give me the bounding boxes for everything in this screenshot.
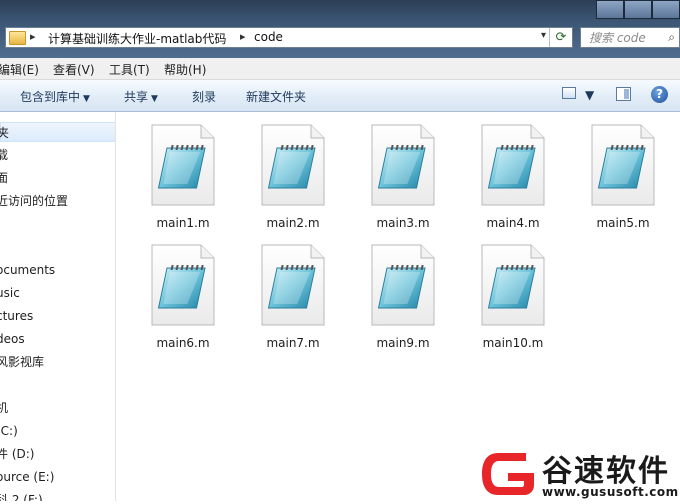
nav-item-label: ource (E:) bbox=[0, 470, 55, 484]
nav-item-downloads[interactable]: 载 bbox=[0, 145, 115, 165]
minimize-button[interactable] bbox=[596, 0, 624, 19]
nav-item-drive-d[interactable]: 件 (D:) bbox=[0, 444, 115, 464]
file-name: main9.m bbox=[376, 336, 430, 350]
include-in-library-label: 包含到库中 bbox=[20, 90, 81, 104]
menu-edit[interactable]: 编辑(E) bbox=[0, 61, 39, 78]
nav-item-label: 夹 bbox=[0, 126, 9, 140]
file-item[interactable]: main9.m bbox=[358, 244, 448, 352]
watermark-logo: 谷速软件 www.gususoft.com bbox=[478, 447, 680, 501]
m-file-icon bbox=[151, 244, 215, 326]
share-button[interactable]: 共享 ▼ bbox=[124, 88, 158, 105]
file-item[interactable]: main1.m bbox=[138, 124, 228, 232]
m-file-icon bbox=[481, 244, 545, 326]
m-file-icon bbox=[261, 244, 325, 326]
nav-item-documents[interactable]: ocuments bbox=[0, 260, 115, 280]
nav-item-label: 载 bbox=[0, 148, 8, 162]
window-buttons bbox=[596, 0, 680, 19]
nav-item-label: 面 bbox=[0, 171, 8, 185]
nav-item-music[interactable]: usic bbox=[0, 283, 115, 303]
change-view-icon[interactable] bbox=[562, 87, 576, 99]
refresh-icon[interactable]: ⟳ bbox=[549, 28, 572, 47]
address-history-chevron-down-icon[interactable]: ▾ bbox=[541, 30, 546, 41]
m-file-icon bbox=[371, 124, 435, 206]
search-input[interactable] bbox=[589, 29, 659, 46]
close-button[interactable] bbox=[652, 0, 680, 19]
chevron-down-icon: ▼ bbox=[83, 94, 90, 104]
nav-item-desktop[interactable]: 面 bbox=[0, 168, 115, 188]
nav-item-label: 件 (D:) bbox=[0, 447, 35, 461]
breadcrumb-parent[interactable]: 计算基础训练大作业-matlab代码 bbox=[48, 30, 226, 47]
new-folder-button[interactable]: 新建文件夹 bbox=[246, 88, 306, 105]
nav-item-label: 科 2 (F:) bbox=[0, 493, 43, 501]
file-list: main1.m main2.m main3.m main4.m main5.m … bbox=[116, 112, 680, 501]
nav-item-drive-f[interactable]: 科 2 (F:) bbox=[0, 490, 115, 501]
nav-item-label: deos bbox=[0, 332, 25, 346]
menu-bar: 编辑(E) 查看(V) 工具(T) 帮助(H) bbox=[0, 58, 680, 80]
file-item[interactable]: main7.m bbox=[248, 244, 338, 352]
folder-icon bbox=[9, 31, 26, 45]
watermark-url: www.gususoft.com bbox=[542, 485, 679, 499]
file-item[interactable]: main6.m bbox=[138, 244, 228, 352]
m-file-icon bbox=[481, 124, 545, 206]
menu-help[interactable]: 帮助(H) bbox=[164, 61, 206, 78]
nav-item-drive-e[interactable]: ource (E:) bbox=[0, 467, 115, 487]
watermark-brand: 谷速软件 bbox=[542, 454, 670, 489]
burn-button[interactable]: 刻录 bbox=[192, 88, 216, 105]
file-name: main4.m bbox=[486, 216, 540, 230]
file-item[interactable]: main3.m bbox=[358, 124, 448, 232]
m-file-icon bbox=[151, 124, 215, 206]
nav-item-drive-c[interactable]: (C:) bbox=[0, 421, 115, 441]
nav-item-label: ctures bbox=[0, 309, 34, 323]
search-icon[interactable]: ⌕ bbox=[668, 30, 675, 45]
m-file-icon bbox=[371, 244, 435, 326]
nav-item-label: (C:) bbox=[0, 424, 18, 438]
command-bar: 包含到库中 ▼ 共享 ▼ 刻录 新建文件夹 ▼ ? bbox=[0, 80, 680, 112]
preview-pane-icon[interactable] bbox=[616, 87, 631, 101]
nav-item-favorites[interactable]: 夹 bbox=[0, 122, 115, 142]
m-file-icon bbox=[591, 124, 655, 206]
file-item[interactable]: main10.m bbox=[468, 244, 558, 352]
search-box[interactable]: ⌕ bbox=[580, 27, 680, 48]
file-name: main7.m bbox=[266, 336, 320, 350]
file-name: main10.m bbox=[482, 336, 544, 350]
file-name: main2.m bbox=[266, 216, 320, 230]
menu-view[interactable]: 查看(V) bbox=[53, 61, 95, 78]
file-name: main3.m bbox=[376, 216, 430, 230]
file-name: main6.m bbox=[156, 336, 210, 350]
m-file-icon bbox=[261, 124, 325, 206]
nav-item-computer[interactable]: 机 bbox=[0, 398, 115, 418]
nav-item-videos[interactable]: deos bbox=[0, 329, 115, 349]
view-options-chevron-down-icon[interactable]: ▼ bbox=[585, 88, 594, 102]
file-item[interactable]: main5.m bbox=[578, 124, 668, 232]
nav-item-video-library[interactable]: 风影视库 bbox=[0, 352, 115, 372]
file-item[interactable]: main4.m bbox=[468, 124, 558, 232]
nav-item-label: ocuments bbox=[0, 263, 56, 277]
nav-item-label: 机 bbox=[0, 401, 8, 415]
address-bar[interactable]: ▸ 计算基础训练大作业-matlab代码 ▸ code ▾ ⟳ bbox=[5, 27, 573, 48]
nav-item-label: 风影视库 bbox=[0, 355, 45, 369]
nav-item-label: usic bbox=[0, 286, 20, 300]
title-bar: ▸ 计算基础训练大作业-matlab代码 ▸ code ▾ ⟳ ⌕ bbox=[0, 0, 680, 58]
brand-logo-icon bbox=[482, 453, 534, 495]
include-in-library-button[interactable]: 包含到库中 ▼ bbox=[20, 88, 90, 105]
nav-item-recent-places[interactable]: 近访问的位置 bbox=[0, 191, 115, 211]
share-label: 共享 bbox=[124, 90, 149, 104]
file-name: main1.m bbox=[156, 216, 210, 230]
menu-tools[interactable]: 工具(T) bbox=[109, 61, 150, 78]
help-icon[interactable]: ? bbox=[651, 86, 668, 103]
breadcrumb-separator-icon[interactable]: ▸ bbox=[240, 30, 246, 43]
file-item[interactable]: main2.m bbox=[248, 124, 338, 232]
breadcrumb-separator-icon[interactable]: ▸ bbox=[30, 30, 36, 43]
maximize-button[interactable] bbox=[624, 0, 652, 19]
chevron-down-icon: ▼ bbox=[151, 94, 158, 104]
navigation-pane: 夹 载 面 近访问的位置 ocuments usic ctures deos 风… bbox=[0, 112, 116, 501]
nav-item-label: 近访问的位置 bbox=[0, 194, 69, 208]
file-name: main5.m bbox=[596, 216, 650, 230]
breadcrumb-current[interactable]: code bbox=[254, 30, 283, 44]
nav-item-pictures[interactable]: ctures bbox=[0, 306, 115, 326]
